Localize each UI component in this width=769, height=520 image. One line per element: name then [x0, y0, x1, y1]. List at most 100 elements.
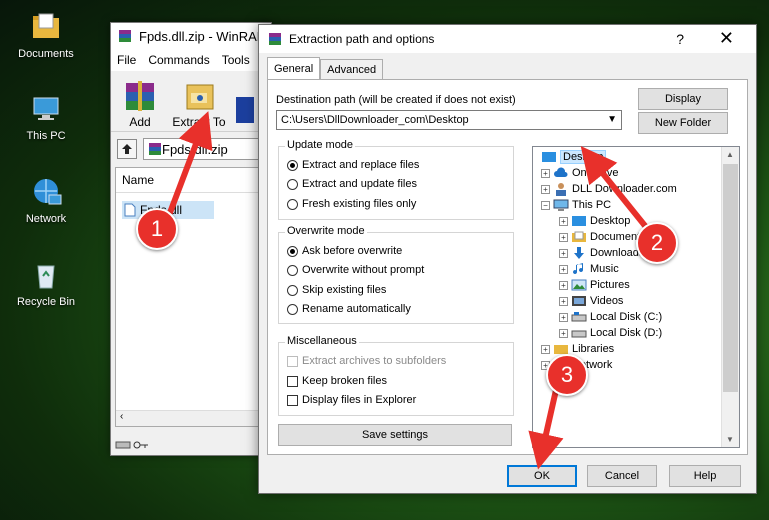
- extract-to-label: Extract To: [172, 115, 226, 129]
- user-folder-icon: [556, 183, 566, 196]
- test-button[interactable]: [229, 93, 259, 131]
- status-bar: [115, 439, 149, 451]
- tree-node-onedrive[interactable]: + OneDrive: [541, 165, 618, 181]
- tree-node-documents[interactable]: + Documents: [559, 229, 646, 245]
- expand-icon[interactable]: +: [541, 168, 550, 178]
- desktop-folder-icon: [572, 216, 586, 226]
- help-button[interactable]: Help: [669, 465, 741, 487]
- extract-to-button[interactable]: Extract To: [169, 79, 229, 131]
- expand-icon[interactable]: +: [559, 280, 568, 290]
- update-mode-group: Update mode Extract and replace files Ex…: [278, 139, 514, 220]
- tree-node-label: Desktop: [560, 150, 607, 164]
- dialog-title-bar[interactable]: Extraction path and options ? ✕: [259, 25, 756, 53]
- help-icon[interactable]: ?: [676, 31, 684, 47]
- save-settings-button[interactable]: Save settings: [278, 424, 512, 446]
- expand-icon[interactable]: +: [559, 232, 568, 242]
- tree-node-this-pc[interactable]: − This PC: [541, 197, 611, 213]
- expand-icon[interactable]: +: [541, 344, 550, 354]
- option-skip-existing[interactable]: Skip existing files: [287, 284, 386, 296]
- tree-node-user[interactable]: + DLL Downloader.com: [541, 181, 677, 197]
- tab-advanced[interactable]: Advanced: [320, 59, 384, 79]
- menu-tools[interactable]: Tools: [216, 53, 256, 67]
- radio-button[interactable]: [287, 284, 298, 296]
- tree-node-music[interactable]: + Music: [559, 261, 619, 277]
- tree-node-pc-desktop[interactable]: + Desktop: [559, 213, 630, 229]
- scroll-left-icon: ‹: [120, 411, 124, 422]
- desktop-icon-network[interactable]: Network: [8, 175, 84, 225]
- tree-node-local-disk-d[interactable]: + Local Disk (D:): [559, 325, 662, 341]
- checkbox[interactable]: [287, 394, 298, 406]
- address-field[interactable]: Fpds.dll.zip: [143, 138, 271, 160]
- chevron-down-icon[interactable]: ▼: [607, 114, 617, 125]
- miscellaneous-title: Miscellaneous: [285, 335, 359, 347]
- scroll-thumb[interactable]: [723, 164, 738, 392]
- tree-node-label: Pictures: [590, 279, 630, 291]
- destination-path-combo[interactable]: C:\Users\DllDownloader_com\Desktop ▼: [276, 110, 622, 130]
- checkbox[interactable]: [287, 375, 298, 387]
- radio-button[interactable]: [287, 264, 298, 276]
- menu-commands[interactable]: Commands: [142, 53, 215, 67]
- option-label: Ask before overwrite: [302, 245, 403, 257]
- tree-node-label: Videos: [590, 295, 624, 307]
- tree-node-local-disk-c[interactable]: + Local Disk (C:): [559, 309, 662, 325]
- tree-node-desktop[interactable]: Desktop: [541, 149, 607, 165]
- scroll-up-icon[interactable]: ▲: [726, 150, 734, 159]
- videos-icon: [572, 296, 586, 306]
- menu-file[interactable]: File: [111, 53, 142, 67]
- new-folder-button[interactable]: New Folder: [638, 112, 728, 134]
- option-extract-update[interactable]: Extract and update files: [287, 178, 417, 190]
- expand-icon[interactable]: +: [559, 312, 568, 322]
- radio-button[interactable]: [287, 303, 298, 315]
- radio-button[interactable]: [287, 198, 298, 210]
- horizontal-scrollbar[interactable]: ‹: [116, 410, 268, 426]
- update-mode-title: Update mode: [285, 139, 356, 151]
- cancel-button[interactable]: Cancel: [587, 465, 657, 487]
- winrar-app-icon: [269, 33, 281, 45]
- tree-node-libraries[interactable]: + Libraries: [541, 341, 614, 357]
- option-ask-before-overwrite[interactable]: Ask before overwrite: [287, 245, 402, 257]
- checkbox: [287, 355, 298, 367]
- close-icon[interactable]: ✕: [719, 28, 734, 49]
- folder-tree[interactable]: Desktop + OneDrive + DLL Downloader.com …: [532, 146, 740, 448]
- option-keep-broken-files[interactable]: Keep broken files: [287, 375, 387, 387]
- option-label: Rename automatically: [302, 303, 411, 315]
- option-fresh-existing[interactable]: Fresh existing files only: [287, 198, 416, 210]
- desktop-icon-documents[interactable]: Documents: [8, 10, 84, 60]
- option-rename-automatically[interactable]: Rename automatically: [287, 303, 411, 315]
- option-label: Skip existing files: [302, 284, 387, 296]
- archive-books-icon: [126, 81, 154, 111]
- tree-node-videos[interactable]: + Videos: [559, 293, 623, 309]
- radio-button[interactable]: [287, 159, 298, 171]
- ok-button[interactable]: OK: [507, 465, 577, 487]
- expand-icon[interactable]: +: [559, 296, 568, 306]
- option-overwrite-without-prompt[interactable]: Overwrite without prompt: [287, 264, 424, 276]
- general-panel: Destination path (will be created if doe…: [267, 79, 748, 455]
- option-display-in-explorer[interactable]: Display files in Explorer: [287, 394, 416, 406]
- collapse-icon[interactable]: −: [541, 200, 550, 210]
- tree-node-pictures[interactable]: + Pictures: [559, 277, 630, 293]
- display-button[interactable]: Display: [638, 88, 728, 110]
- option-label: Display files in Explorer: [302, 394, 417, 406]
- tab-general[interactable]: General: [267, 57, 321, 79]
- recycle-bin-icon: [37, 265, 55, 289]
- expand-icon[interactable]: +: [559, 328, 568, 338]
- up-folder-button[interactable]: [117, 139, 137, 159]
- callout-badge-2: 2: [636, 222, 678, 264]
- desktop-icon-recycle-bin[interactable]: Recycle Bin: [8, 258, 84, 308]
- expand-icon[interactable]: +: [559, 216, 568, 226]
- expand-icon[interactable]: +: [559, 264, 568, 274]
- tree-scrollbar[interactable]: ▲ ▼: [721, 147, 739, 447]
- desktop-icon-this-pc[interactable]: This PC: [8, 92, 84, 142]
- scroll-down-icon[interactable]: ▼: [726, 435, 734, 444]
- winrar-title-bar[interactable]: Fpds.dll.zip - WinRAR: [111, 23, 271, 49]
- expand-icon[interactable]: +: [541, 184, 550, 194]
- add-button[interactable]: Add: [111, 79, 169, 131]
- expand-icon[interactable]: +: [559, 248, 568, 258]
- radio-button[interactable]: [287, 245, 298, 257]
- tree-node-label: Libraries: [572, 343, 615, 355]
- dialog-title: Extraction path and options: [289, 32, 435, 46]
- option-extract-replace[interactable]: Extract and replace files: [287, 159, 419, 171]
- tree-node-downloads[interactable]: + Downloads: [559, 245, 644, 261]
- column-header-name[interactable]: Name: [116, 168, 268, 193]
- radio-button[interactable]: [287, 178, 298, 190]
